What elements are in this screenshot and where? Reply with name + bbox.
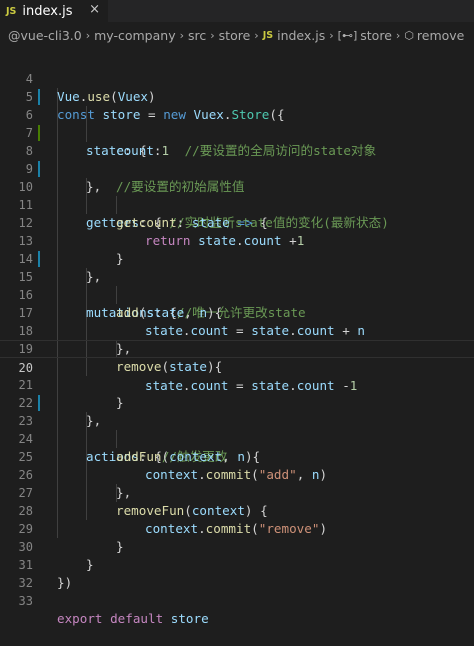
javascript-file-icon: JS (262, 29, 274, 41)
code-line[interactable]: 24 addFun(context, n){ (0, 412, 474, 464)
breadcrumb-item-file[interactable]: index.js (277, 28, 325, 43)
code-line[interactable]: 5 const store = new Vuex.Store({ (0, 70, 474, 122)
code-line[interactable]: 17 state.count = state.count + n (0, 286, 474, 338)
close-icon[interactable]: × (89, 2, 100, 17)
method-symbol-icon: ⬡ (404, 28, 414, 42)
code-line[interactable]: 28 context.commit("remove") (0, 484, 474, 536)
code-line[interactable]: 13 } (0, 214, 474, 266)
breadcrumb-item-project[interactable]: my-company (94, 28, 175, 43)
code-line[interactable]: 14 }, (0, 232, 474, 284)
code-line-current[interactable]: 20 state.count = state.count -1 (0, 340, 474, 393)
breadcrumb-symbol-store[interactable]: store (360, 28, 392, 43)
code-line[interactable]: 31 }) (0, 538, 474, 590)
code-line[interactable]: 8 //要设置的初始属性值 (0, 124, 474, 194)
git-modified-marker[interactable] (38, 161, 40, 177)
chevron-right-icon: › (210, 28, 215, 42)
javascript-file-icon: JS (6, 5, 17, 17)
breadcrumb: @vue-cli3.0 › my-company › src › store ›… (0, 22, 474, 48)
code-line[interactable]: 29 } (0, 502, 474, 554)
code-line[interactable]: 33 export default store (0, 574, 474, 626)
breadcrumb-item-store[interactable]: store (219, 28, 251, 43)
code-line[interactable]: 26 }, (0, 448, 474, 500)
code-line[interactable]: 25 context.commit("add", n) (0, 430, 474, 482)
chevron-right-icon: › (395, 28, 401, 42)
code-line[interactable]: 21 } (0, 358, 474, 410)
code-line[interactable]: 4 Vue.use(Vuex) (0, 52, 474, 104)
tab-title: index.js (22, 3, 73, 19)
breadcrumb-item-src[interactable]: src (188, 28, 206, 43)
code-line[interactable]: 11 getcount: state => { (0, 178, 474, 230)
code-line[interactable]: 18 }, (0, 304, 474, 356)
code-line[interactable]: 30 } (0, 520, 474, 572)
code-text: export default store (57, 611, 209, 626)
tab-bar: JS index.js × (0, 0, 474, 22)
code-line[interactable]: 9 }, (0, 142, 474, 194)
code-line[interactable]: 15 mutations: {//唯一允许更改state (0, 250, 474, 320)
code-line[interactable]: 27 removeFun(context) { (0, 466, 474, 518)
chevron-right-icon: › (85, 28, 91, 42)
variable-symbol-icon: [⊷] (337, 28, 358, 42)
code-line[interactable]: 19 remove(state){ (0, 322, 474, 374)
git-modified-marker[interactable] (38, 395, 40, 411)
code-line[interactable]: 22 }, (0, 376, 474, 428)
chevron-right-icon: › (254, 28, 259, 42)
git-added-marker[interactable] (38, 125, 40, 141)
code-line[interactable]: 12 return state.count +1 (0, 196, 474, 248)
code-line[interactable]: 6 state: { //要设置的全局访问的state对象 (0, 88, 474, 158)
line-number: 33 (18, 594, 33, 608)
code-editor[interactable]: 4 Vue.use(Vuex) 5 const store = new Vuex… (0, 52, 474, 626)
code-line[interactable]: 32 (0, 556, 474, 590)
chevron-right-icon: › (179, 28, 185, 42)
code-line[interactable]: 23 actions: {//触发更改 (0, 394, 474, 464)
git-modified-marker[interactable] (38, 89, 40, 105)
code-line[interactable]: 7 count:1 (0, 106, 474, 158)
code-line[interactable]: 10 getters: { //实时监听state值的变化(最新状态) (0, 160, 474, 230)
code-line[interactable]: 16 add(state, n){ (0, 268, 474, 320)
tab-index-js[interactable]: JS index.js × (0, 0, 108, 22)
chevron-right-icon: › (329, 28, 334, 42)
git-modified-marker[interactable] (38, 251, 40, 267)
breadcrumb-symbol-remove[interactable]: remove (417, 28, 464, 43)
breadcrumb-item-root[interactable]: @vue-cli3.0 (8, 28, 82, 43)
